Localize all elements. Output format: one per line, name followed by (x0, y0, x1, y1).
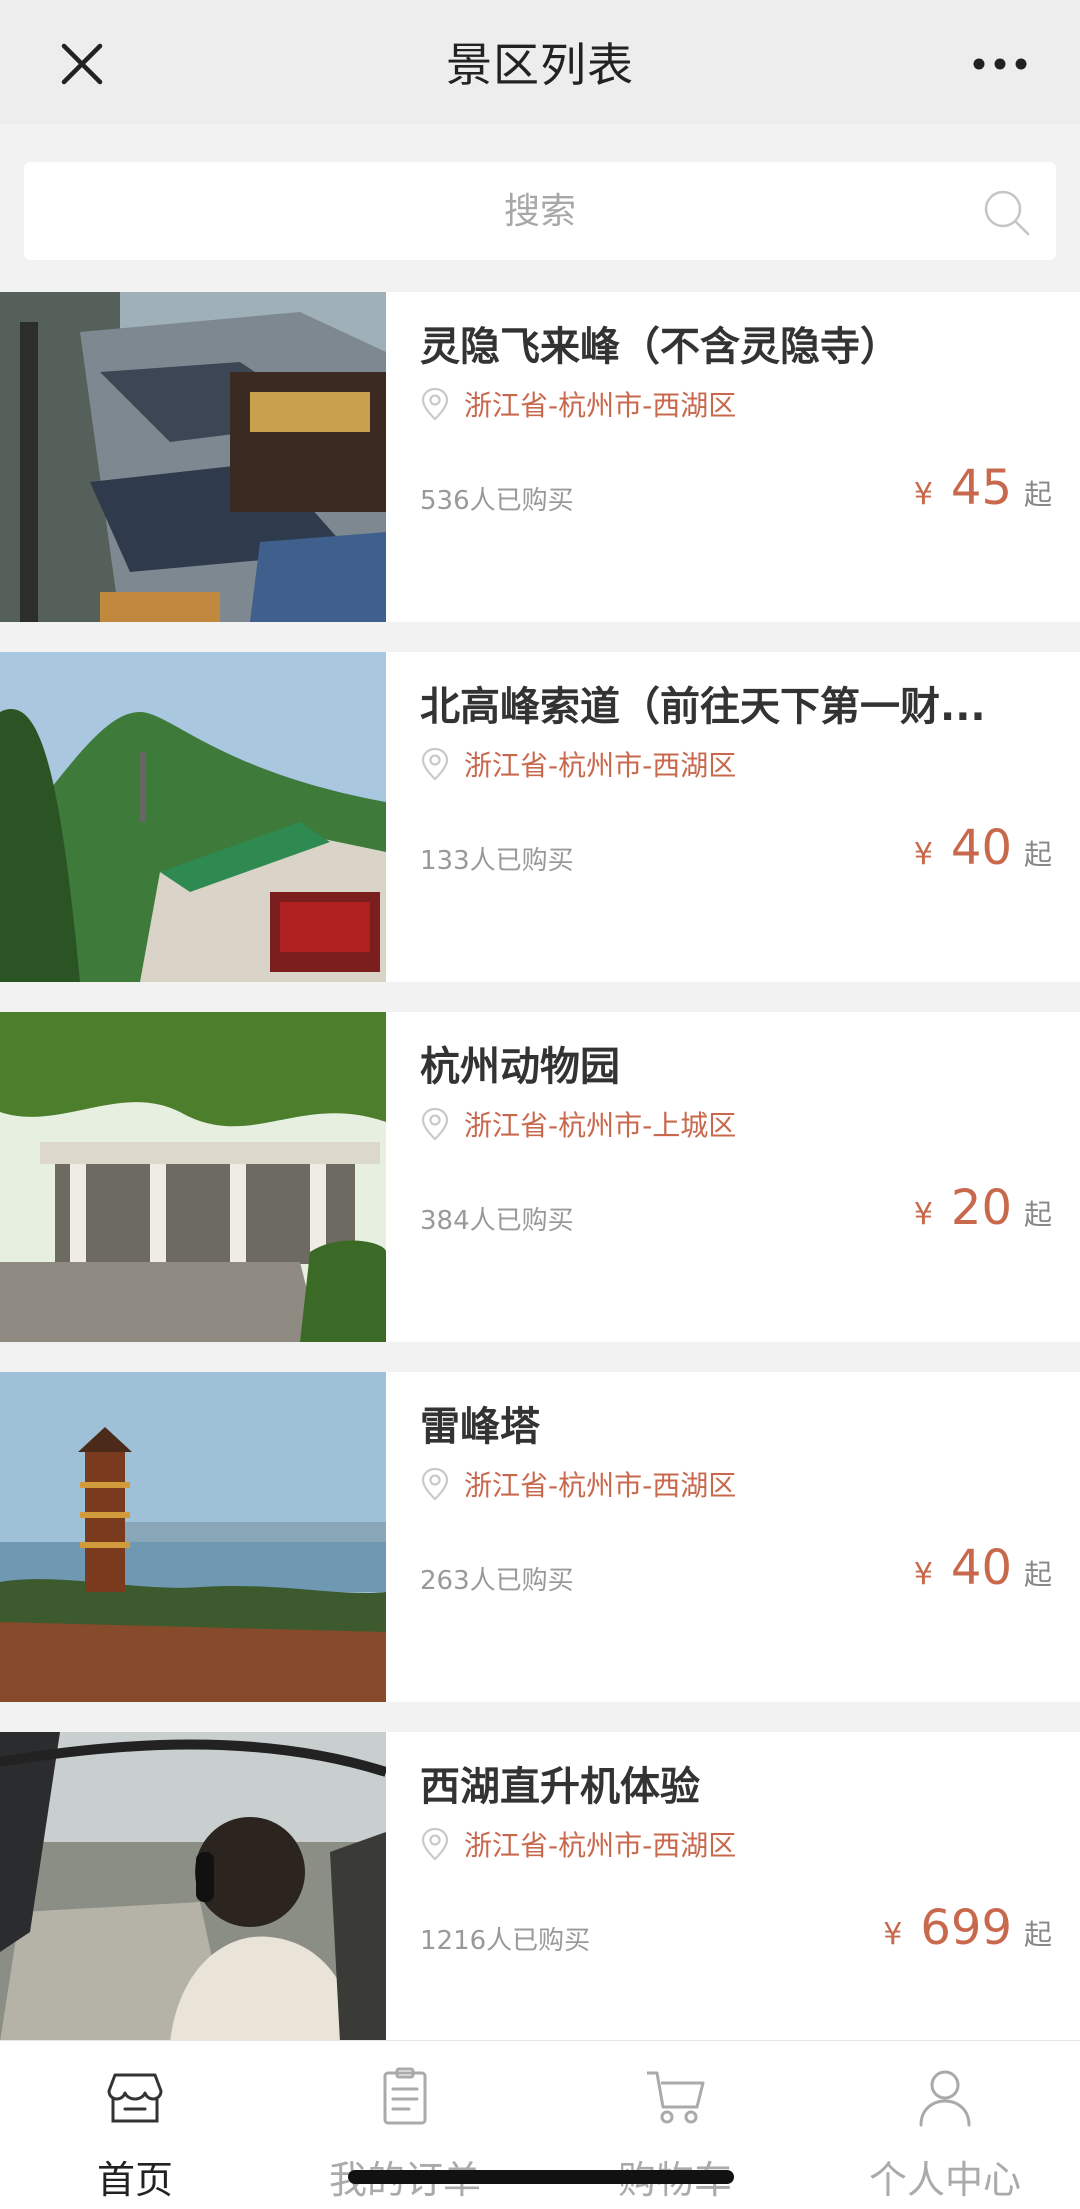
spot-location: 浙江省-杭州市-西湖区 (420, 1824, 736, 1864)
spot-name: 西湖直升机体验 (420, 1764, 700, 1810)
price-suffix: 起 (1023, 1918, 1052, 1951)
location-pin-icon (421, 387, 449, 421)
location-pin-icon (421, 1467, 449, 1501)
spot-location: 浙江省-杭州市-上城区 (420, 1104, 736, 1144)
spot-location-text: 浙江省-杭州市-西湖区 (464, 749, 737, 782)
spot-thumbnail (0, 292, 386, 622)
price-value: 40 (950, 820, 1012, 876)
price-value: 40 (950, 1540, 1012, 1596)
search-area (0, 124, 1080, 292)
spot-thumbnail (0, 652, 386, 982)
location-pin-icon (421, 1827, 449, 1861)
spot-price: ¥ 45 起 (914, 460, 1052, 516)
spot-name: 雷峰塔 (420, 1404, 540, 1450)
sold-count: 133人已购买 (420, 846, 574, 876)
currency-symbol: ¥ (883, 1917, 903, 1952)
spot-name: 灵隐飞来峰（不含灵隐寺） (420, 324, 900, 370)
spot-location: 浙江省-杭州市-西湖区 (420, 384, 736, 424)
order-list-icon (383, 2067, 427, 2125)
search-box[interactable] (24, 162, 1056, 260)
store-icon (107, 2073, 163, 2123)
tab-home[interactable]: 首页 (0, 2041, 270, 2209)
price-value: 45 (950, 460, 1012, 516)
spot-name: 北高峰索道（前往天下第一财... (420, 684, 986, 730)
currency-symbol: ¥ (913, 1557, 933, 1592)
close-icon (61, 43, 103, 85)
location-pin-icon (421, 747, 449, 781)
tab-profile[interactable]: 个人中心 (810, 2041, 1080, 2209)
spot-thumbnail (0, 1012, 386, 1342)
spot-location-text: 浙江省-杭州市-西湖区 (464, 389, 737, 422)
spot-card[interactable]: 雷峰塔 浙江省-杭州市-西湖区 263人已购买 ¥ 40 起 (0, 1372, 1080, 1702)
spot-price: ¥ 20 起 (914, 1180, 1052, 1236)
tab-label: 个人中心 (868, 2158, 1021, 2202)
spot-card[interactable]: 灵隐飞来峰（不含灵隐寺） 浙江省-杭州市-西湖区 536人已购买 ¥ 45 起 (0, 292, 1080, 622)
sold-count: 1216人已购买 (420, 1926, 591, 1956)
tab-label: 首页 (96, 2158, 173, 2202)
price-suffix: 起 (1023, 1198, 1052, 1231)
spot-price: ¥ 40 起 (914, 820, 1052, 876)
spot-card[interactable]: 杭州动物园 浙江省-杭州市-上城区 384人已购买 ¥ 20 起 (0, 1012, 1080, 1342)
spot-thumbnail (0, 1372, 386, 1702)
price-suffix: 起 (1023, 838, 1052, 871)
currency-symbol: ¥ (913, 1197, 933, 1232)
cart-icon (647, 2071, 705, 2124)
spot-price: ¥ 699 起 (883, 1900, 1052, 1956)
price-suffix: 起 (1023, 478, 1052, 511)
nav-bar: 景区列表 (0, 0, 1080, 124)
sold-count: 263人已购买 (420, 1566, 574, 1596)
currency-symbol: ¥ (913, 837, 933, 872)
page-title: 景区列表 (446, 38, 634, 92)
location-pin-icon (421, 1107, 449, 1141)
spot-location-text: 浙江省-杭州市-西湖区 (464, 1829, 737, 1862)
search-icon[interactable] (982, 188, 1032, 238)
spot-location: 浙江省-杭州市-西湖区 (420, 744, 736, 784)
price-value: 20 (950, 1180, 1012, 1236)
spot-thumbnail (0, 1732, 386, 2062)
sold-count: 536人已购买 (420, 486, 574, 516)
more-dots-icon (973, 58, 1027, 70)
sold-count: 384人已购买 (420, 1206, 574, 1236)
spot-location-text: 浙江省-杭州市-西湖区 (464, 1469, 737, 1502)
home-indicator (348, 2170, 734, 2184)
spot-location: 浙江省-杭州市-西湖区 (420, 1464, 736, 1504)
spot-card[interactable]: 西湖直升机体验 浙江省-杭州市-西湖区 1216人已购买 ¥ 699 起 (0, 1732, 1080, 2062)
spot-location-text: 浙江省-杭州市-上城区 (464, 1109, 737, 1142)
more-button[interactable] (960, 32, 1040, 96)
price-suffix: 起 (1023, 1558, 1052, 1591)
spot-price: ¥ 40 起 (914, 1540, 1052, 1596)
price-value: 699 (920, 1900, 1012, 1956)
close-button[interactable] (50, 32, 114, 96)
person-icon (919, 2070, 971, 2127)
search-input[interactable] (125, 189, 955, 233)
currency-symbol: ¥ (913, 477, 933, 512)
spot-card[interactable]: 北高峰索道（前往天下第一财... 浙江省-杭州市-西湖区 133人已购买 ¥ 4… (0, 652, 1080, 982)
spot-name: 杭州动物园 (420, 1044, 620, 1090)
